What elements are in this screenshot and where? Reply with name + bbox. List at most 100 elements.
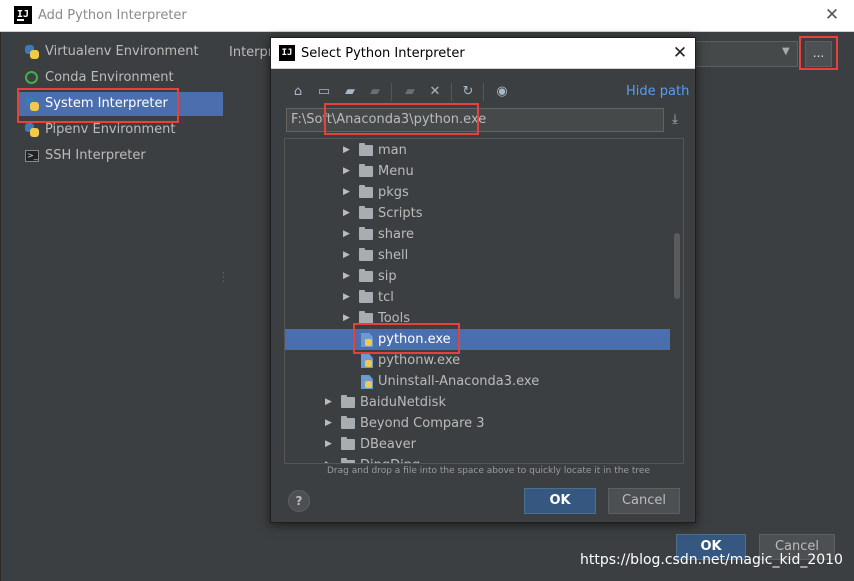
folder-icon xyxy=(359,227,373,240)
help-button[interactable]: ? xyxy=(288,490,310,512)
outer-close-icon[interactable]: ✕ xyxy=(822,5,842,25)
folder-icon xyxy=(359,290,373,303)
nav-item-label: Conda Environment xyxy=(45,70,174,85)
python-file-icon xyxy=(361,375,373,389)
project-folder-icon[interactable]: ▰ xyxy=(341,83,359,101)
tree-folder-row[interactable]: ▶ share xyxy=(285,224,670,245)
inner-window-title: Select Python Interpreter xyxy=(301,46,465,61)
hide-path-link[interactable]: Hide path xyxy=(626,84,689,99)
expand-arrow-icon[interactable]: ▶ xyxy=(325,413,335,434)
nav-item-system-interpreter[interactable]: System Interpreter xyxy=(19,92,223,116)
tree-item-label: DingDing xyxy=(360,455,420,463)
tree-item-label: Beyond Compare 3 xyxy=(360,416,485,431)
home-icon[interactable]: ⌂ xyxy=(289,83,307,101)
watermark-text: https://blog.csdn.net/magic_kid_2010 xyxy=(580,552,843,568)
tree-file-row[interactable]: Uninstall-Anaconda3.exe xyxy=(285,371,670,392)
desktop-icon[interactable]: ▭ xyxy=(315,83,333,101)
select-interpreter-dialog: IJ Select Python Interpreter ✕ ⌂ ▭ ▰ ▰ ▰… xyxy=(270,37,696,523)
tree-folder-row[interactable]: ▶ Beyond Compare 3 xyxy=(285,413,670,434)
expand-arrow-icon[interactable]: ▶ xyxy=(343,308,353,329)
browse-button[interactable]: ... xyxy=(805,41,832,67)
splitter-handle[interactable]: · · · xyxy=(222,270,226,287)
expand-arrow-icon[interactable]: ▶ xyxy=(325,392,335,413)
folder-icon xyxy=(359,311,373,324)
tree-folder-row[interactable]: ▶ Scripts xyxy=(285,203,670,224)
nav-item-label: SSH Interpreter xyxy=(45,148,146,163)
expand-arrow-icon[interactable]: ▶ xyxy=(343,266,353,287)
ssh-icon: >_ xyxy=(25,150,39,162)
intellij-app-icon: IJ xyxy=(14,6,32,24)
tree-scrollbar[interactable] xyxy=(674,233,680,299)
folder-icon xyxy=(359,269,373,282)
download-icon[interactable]: ⤓ xyxy=(666,111,684,129)
tree-folder-row[interactable]: ▶ DBeaver xyxy=(285,434,670,455)
tree-folder-row[interactable]: ▶ Menu xyxy=(285,161,670,182)
expand-arrow-icon[interactable]: ▶ xyxy=(343,203,353,224)
show-hidden-files-icon[interactable]: ◉ xyxy=(493,83,511,101)
expand-arrow-icon[interactable]: ▶ xyxy=(343,224,353,245)
tree-item-label: BaiduNetdisk xyxy=(360,395,446,410)
tree-file-row[interactable]: python.exe xyxy=(285,329,670,350)
tree-item-label: Menu xyxy=(378,164,414,179)
toolbar-divider xyxy=(451,83,452,101)
expand-arrow-icon[interactable]: ▶ xyxy=(343,287,353,308)
tree-item-label: man xyxy=(378,143,407,158)
nav-item-label: Virtualenv Environment xyxy=(45,44,199,59)
tree-folder-row[interactable]: ▶ DingDing xyxy=(285,455,670,463)
inner-ok-button[interactable]: OK xyxy=(524,488,596,514)
tree-folder-row[interactable]: ▶ man xyxy=(285,140,670,161)
toolbar-divider xyxy=(483,83,484,101)
tree-item-label: Scripts xyxy=(378,206,423,221)
nav-item-label: System Interpreter xyxy=(45,96,168,111)
inner-cancel-button[interactable]: Cancel xyxy=(608,488,680,514)
python-file-icon xyxy=(361,354,373,368)
new-folder-icon[interactable]: ▰ xyxy=(401,83,419,101)
refresh-icon[interactable]: ↻ xyxy=(459,83,477,101)
python-icon xyxy=(25,97,39,111)
module-folder-icon[interactable]: ▰ xyxy=(366,83,384,101)
folder-icon xyxy=(359,185,373,198)
tree-item-label: Tools xyxy=(378,311,411,326)
nav-item-ssh-interpreter[interactable]: >_ SSH Interpreter xyxy=(19,144,223,168)
tree-folder-row[interactable]: ▶ pkgs xyxy=(285,182,670,203)
tree-item-label: pythonw.exe xyxy=(378,353,461,368)
tree-item-label: share xyxy=(378,227,415,242)
nav-item-label: Pipenv Environment xyxy=(45,122,176,137)
conda-icon xyxy=(25,71,39,85)
file-tree[interactable]: ▶ man ▶ Menu ▶ pkgs ▶ Scripts ▶ share ▶ shell ▶ sip ▶ t… xyxy=(284,138,684,464)
toolbar-divider xyxy=(391,83,392,101)
folder-icon xyxy=(341,437,355,450)
expand-arrow-icon[interactable]: ▶ xyxy=(343,182,353,203)
tree-folder-row[interactable]: ▶ Tools xyxy=(285,308,670,329)
outer-window-title: Add Python Interpreter xyxy=(38,8,187,23)
folder-icon xyxy=(341,458,355,463)
tree-item-label: sip xyxy=(378,269,397,284)
python-icon xyxy=(25,45,39,59)
expand-arrow-icon[interactable]: ▶ xyxy=(325,455,335,463)
expand-arrow-icon[interactable]: ▶ xyxy=(343,245,353,266)
chevron-down-icon[interactable]: ▼ xyxy=(782,46,790,57)
folder-icon xyxy=(359,164,373,177)
drag-drop-hint: Drag and drop a file into the space abov… xyxy=(327,466,650,476)
outer-title-bar: IJ Add Python Interpreter ✕ xyxy=(0,0,854,32)
inner-title-bar: IJ Select Python Interpreter ✕ xyxy=(271,38,695,69)
tree-file-row[interactable]: pythonw.exe xyxy=(285,350,670,371)
tree-folder-row[interactable]: ▶ BaiduNetdisk xyxy=(285,392,670,413)
delete-icon[interactable]: ✕ xyxy=(426,83,444,101)
nav-item-virtualenv-environment[interactable]: Virtualenv Environment xyxy=(19,40,223,64)
expand-arrow-icon[interactable]: ▶ xyxy=(343,140,353,161)
path-input[interactable]: F:\Soft\Anaconda3\python.exe xyxy=(286,108,664,132)
folder-icon xyxy=(359,143,373,156)
python-icon xyxy=(25,123,39,137)
tree-folder-row[interactable]: ▶ tcl xyxy=(285,287,670,308)
nav-item-pipenv-environment[interactable]: Pipenv Environment xyxy=(19,118,223,142)
tree-item-label: python.exe xyxy=(378,332,451,347)
tree-item-label: shell xyxy=(378,248,409,263)
tree-folder-row[interactable]: ▶ shell xyxy=(285,245,670,266)
folder-icon xyxy=(341,416,355,429)
nav-item-conda-environment[interactable]: Conda Environment xyxy=(19,66,223,90)
expand-arrow-icon[interactable]: ▶ xyxy=(343,161,353,182)
expand-arrow-icon[interactable]: ▶ xyxy=(325,434,335,455)
tree-folder-row[interactable]: ▶ sip xyxy=(285,266,670,287)
inner-close-icon[interactable]: ✕ xyxy=(669,42,691,64)
